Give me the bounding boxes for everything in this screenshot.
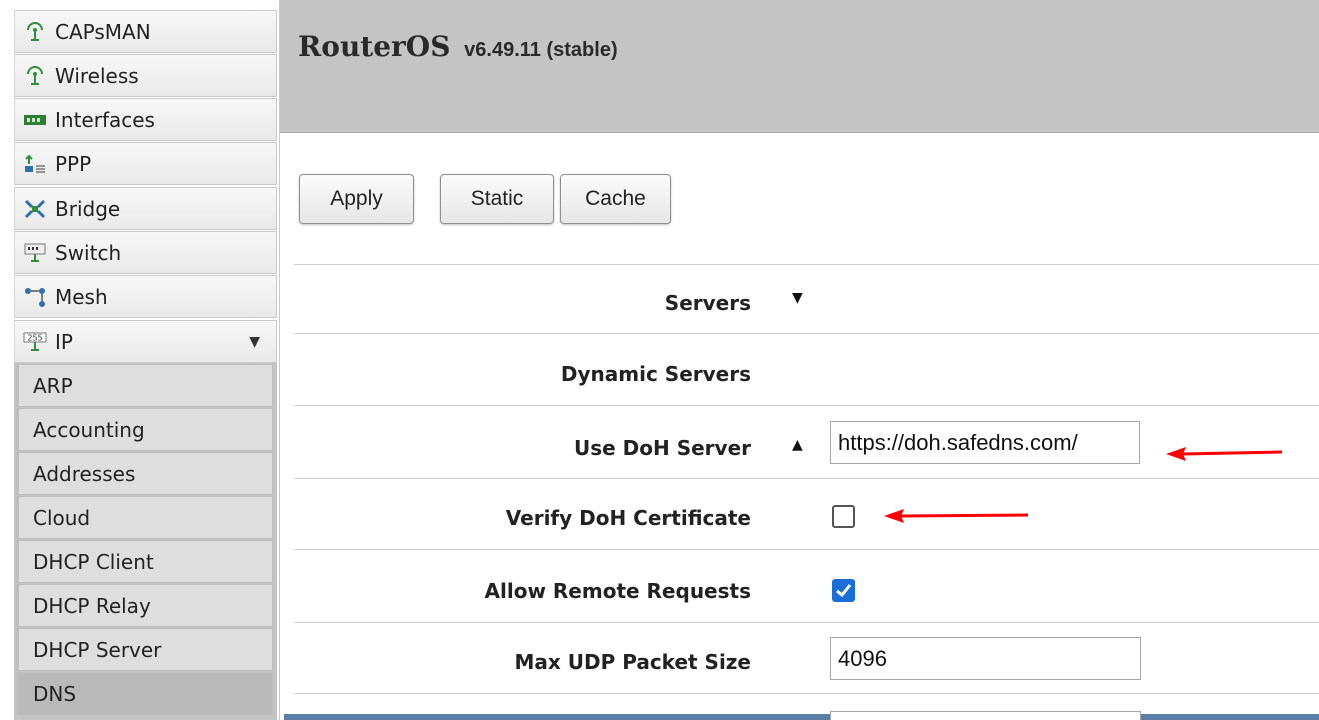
sidebar-item-label: Switch	[55, 240, 122, 265]
sidebar-item-label: Bridge	[55, 196, 121, 221]
apply-button[interactable]: Apply	[299, 174, 414, 224]
wireless-antenna-icon	[23, 64, 47, 88]
sidebar-item-label: Interfaces	[55, 107, 155, 132]
ip-icon: 255	[23, 330, 47, 354]
sidebar-subitem-label: Addresses	[33, 461, 136, 486]
annotation-arrow-icon	[884, 509, 1029, 523]
cache-button[interactable]: Cache	[560, 174, 671, 224]
chevron-down-icon: ▼	[249, 334, 260, 350]
sidebar-subitem-label: Accounting	[33, 417, 145, 442]
page-title: RouterOS v6.49.11 (stable)	[298, 30, 618, 63]
allow-remote-requests-label: Allow Remote Requests	[484, 579, 751, 603]
svg-text:255: 255	[27, 333, 42, 342]
divider	[294, 264, 1319, 265]
sidebar-item-interfaces[interactable]: Interfaces	[14, 98, 277, 141]
sidebar-item-label: Mesh	[55, 284, 108, 309]
sidebar-subitem-label: ARP	[33, 373, 73, 398]
sidebar-subitem-addresses[interactable]: Addresses	[16, 452, 273, 495]
servers-label: Servers	[664, 291, 751, 315]
interfaces-icon	[23, 108, 47, 132]
capsman-antenna-icon	[23, 20, 47, 44]
sidebar-subitem-arp[interactable]: ARP	[16, 364, 273, 407]
divider	[294, 478, 1319, 479]
sidebar-subitem-dhcp-server[interactable]: DHCP Server	[16, 628, 273, 671]
sidebar-item-switch[interactable]: Switch	[14, 231, 277, 274]
sidebar-item-ppp[interactable]: PPP	[14, 142, 277, 185]
next-field-input[interactable]	[830, 711, 1141, 720]
sidebar-subitem-label: DHCP Client	[33, 549, 154, 574]
scroll-edge	[284, 714, 1319, 720]
divider	[294, 405, 1319, 406]
max-udp-packet-size-label: Max UDP Packet Size	[514, 650, 751, 674]
bridge-icon	[23, 197, 47, 221]
sidebar-item-bridge[interactable]: Bridge	[14, 187, 277, 230]
main-panel: RouterOS v6.49.11 (stable) Apply Static …	[279, 0, 1319, 720]
sidebar-item-label: Wireless	[55, 63, 139, 88]
use-doh-server-input[interactable]: https://doh.safedns.com/	[830, 421, 1140, 464]
sidebar-subitem-accounting[interactable]: Accounting	[16, 408, 273, 451]
sidebar-subitem-dns[interactable]: DNS	[16, 672, 273, 715]
sidebar-subitem-label: Cloud	[33, 505, 91, 530]
collapse-triangle-icon[interactable]: ▼	[792, 290, 803, 306]
sidebar-subitem-dhcp-client[interactable]: DHCP Client	[16, 540, 273, 583]
annotation-arrow-icon	[1166, 447, 1283, 461]
sidebar-item-wireless[interactable]: Wireless	[14, 54, 277, 97]
sidebar: CAPsMAN Wireless Interfaces PPP Bridge S…	[0, 0, 280, 720]
product-name: RouterOS	[298, 30, 451, 63]
version-label: v6.49.11 (stable)	[464, 39, 618, 61]
remove-field-triangle-icon[interactable]: ▲	[792, 437, 803, 453]
ppp-icon	[23, 152, 47, 176]
dynamic-servers-label: Dynamic Servers	[560, 362, 751, 386]
sidebar-item-label: IP	[55, 329, 73, 354]
sidebar-subitem-label: DNS	[33, 681, 77, 706]
sidebar-subitem-label: DHCP Server	[33, 637, 162, 662]
verify-doh-certificate-checkbox[interactable]	[832, 505, 855, 528]
sidebar-subitem-dhcp-relay[interactable]: DHCP Relay	[16, 584, 273, 627]
sidebar-item-label: CAPsMAN	[55, 19, 151, 44]
sidebar-item-label: PPP	[55, 151, 92, 176]
sidebar-subitem-label: DHCP Relay	[33, 593, 151, 618]
divider	[294, 333, 1319, 334]
checkmark-icon	[836, 584, 852, 598]
sidebar-item-ip[interactable]: 255 IP ▼	[14, 320, 277, 363]
sidebar-subitem-cloud[interactable]: Cloud	[16, 496, 273, 539]
divider	[294, 549, 1319, 550]
mesh-icon	[23, 285, 47, 309]
allow-remote-requests-checkbox[interactable]	[832, 579, 855, 602]
sidebar-item-mesh[interactable]: Mesh	[14, 275, 277, 318]
static-button[interactable]: Static	[440, 174, 554, 224]
switch-icon	[23, 241, 47, 265]
sidebar-item-capsman[interactable]: CAPsMAN	[14, 10, 277, 53]
page-header: RouterOS v6.49.11 (stable)	[280, 0, 1319, 133]
max-udp-packet-size-input[interactable]: 4096	[830, 637, 1141, 680]
divider	[294, 622, 1319, 623]
divider	[294, 693, 1319, 694]
verify-doh-certificate-label: Verify DoH Certificate	[505, 506, 751, 530]
use-doh-server-label: Use DoH Server	[573, 436, 751, 460]
